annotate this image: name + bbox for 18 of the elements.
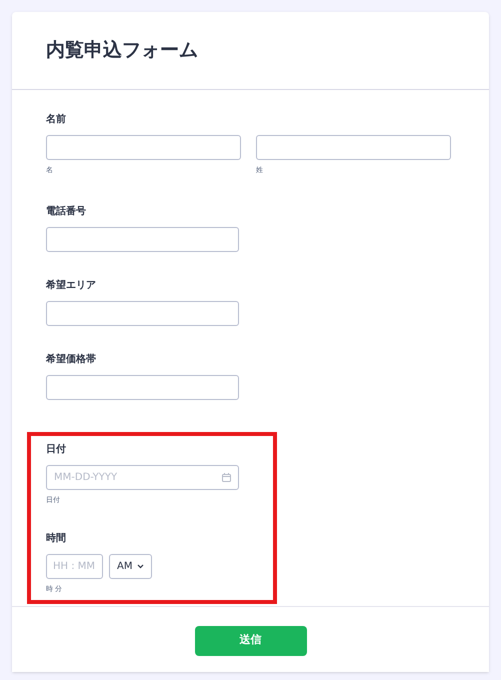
field-label: 電話番号 bbox=[46, 204, 87, 218]
field-label: 名前 bbox=[46, 112, 67, 127]
input-field[interactable] bbox=[46, 374, 239, 400]
field-label: 時間 bbox=[46, 532, 67, 546]
period-dropdown[interactable]: AM bbox=[109, 554, 152, 579]
chevron-down-icon bbox=[137, 564, 144, 569]
field-label: 希望価格帯 bbox=[46, 352, 97, 366]
input-field[interactable] bbox=[46, 135, 241, 160]
time-field[interactable]: HH : MM bbox=[46, 554, 103, 579]
submit-button[interactable]: 送信 bbox=[194, 626, 306, 656]
input-field[interactable] bbox=[46, 300, 239, 326]
input-field[interactable] bbox=[46, 226, 239, 252]
date-field[interactable]: MM-DD-YYYY bbox=[46, 464, 239, 490]
field-label: 希望エリア bbox=[46, 278, 97, 292]
input-field[interactable] bbox=[256, 135, 451, 160]
calendar-icon[interactable] bbox=[222, 472, 231, 482]
field-label: 日付 bbox=[46, 442, 67, 456]
form-title: 内覧申込フォーム bbox=[46, 38, 198, 64]
